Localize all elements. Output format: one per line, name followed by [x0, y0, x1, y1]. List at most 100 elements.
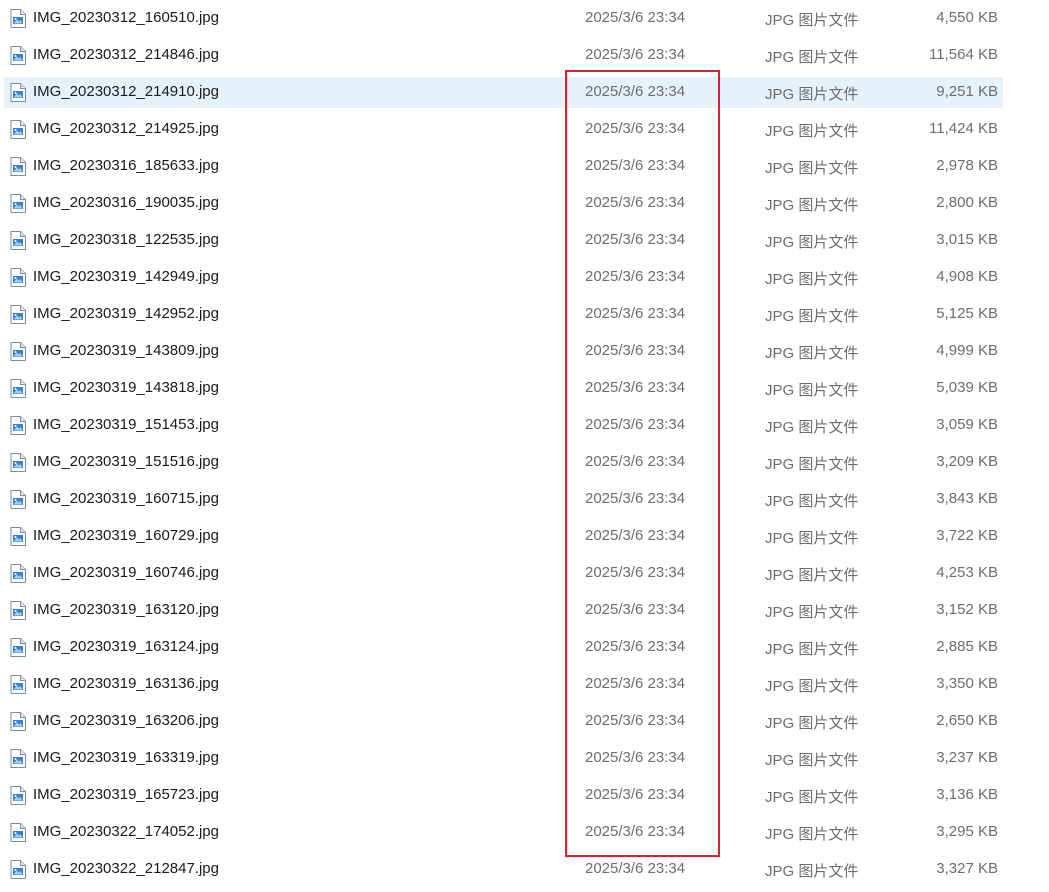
file-type: JPG 图片文件	[765, 567, 859, 584]
file-name: IMG_20230319_142949.jpg	[33, 268, 219, 285]
file-size: 9,251 KB	[936, 83, 998, 100]
file-name: IMG_20230316_190035.jpg	[33, 194, 219, 211]
file-modified-date: 2025/3/6 23:34	[585, 564, 686, 581]
image-file-icon	[10, 786, 26, 805]
file-size: 4,908 KB	[936, 268, 998, 285]
file-modified-date: 2025/3/6 23:34	[585, 416, 686, 433]
file-modified-date: 2025/3/6 23:34	[585, 490, 686, 507]
file-size: 2,650 KB	[936, 712, 998, 729]
image-file-icon	[10, 453, 26, 472]
file-modified-date: 2025/3/6 23:34	[585, 157, 686, 174]
file-type: JPG 图片文件	[765, 160, 859, 177]
file-modified-date: 2025/3/6 23:34	[585, 786, 686, 803]
file-row[interactable]: IMG_20230319_160746.jpg 2025/3/6 23:34 JPG…	[4, 558, 1003, 589]
file-modified-date: 2025/3/6 23:34	[585, 305, 686, 322]
file-size: 2,800 KB	[936, 194, 998, 211]
image-file-icon	[10, 601, 26, 620]
file-row[interactable]: IMG_20230322_174052.jpg 2025/3/6 23:34 JPG…	[4, 817, 1003, 848]
file-name: IMG_20230319_163319.jpg	[33, 749, 219, 766]
file-size: 4,550 KB	[936, 9, 998, 26]
image-file-icon	[10, 712, 26, 731]
file-type: JPG 图片文件	[765, 752, 859, 769]
file-name: IMG_20230319_151516.jpg	[33, 453, 219, 470]
file-row[interactable]: IMG_20230319_142949.jpg 2025/3/6 23:34 JPG…	[4, 262, 1003, 293]
file-row[interactable]: IMG_20230319_163124.jpg 2025/3/6 23:34 JPG…	[4, 632, 1003, 663]
file-name: IMG_20230319_160715.jpg	[33, 490, 219, 507]
file-row[interactable]: IMG_20230319_143818.jpg 2025/3/6 23:34 JPG…	[4, 373, 1003, 404]
file-name: IMG_20230319_143818.jpg	[33, 379, 219, 396]
file-row[interactable]: IMG_20230319_163206.jpg 2025/3/6 23:34 JPG…	[4, 706, 1003, 737]
file-type: JPG 图片文件	[765, 641, 859, 658]
file-size: 2,978 KB	[936, 157, 998, 174]
image-file-icon	[10, 268, 26, 287]
file-size: 5,125 KB	[936, 305, 998, 322]
file-size: 4,999 KB	[936, 342, 998, 359]
file-modified-date: 2025/3/6 23:34	[585, 120, 686, 137]
file-row[interactable]: IMG_20230316_185633.jpg 2025/3/6 23:34 JPG…	[4, 151, 1003, 182]
file-type: JPG 图片文件	[765, 419, 859, 436]
file-row[interactable]: IMG_20230312_160510.jpg 2025/3/6 23:34 JPG…	[4, 3, 1003, 34]
file-name: IMG_20230322_212847.jpg	[33, 860, 219, 877]
file-type: JPG 图片文件	[765, 86, 859, 103]
image-file-icon	[10, 675, 26, 694]
file-name: IMG_20230319_143809.jpg	[33, 342, 219, 359]
file-size: 3,209 KB	[936, 453, 998, 470]
file-row[interactable]: IMG_20230319_151516.jpg 2025/3/6 23:34 JPG…	[4, 447, 1003, 478]
file-type: JPG 图片文件	[765, 197, 859, 214]
file-row[interactable]: IMG_20230322_212847.jpg 2025/3/6 23:34 JPG…	[4, 854, 1003, 885]
image-file-icon	[10, 342, 26, 361]
image-file-icon	[10, 860, 26, 879]
file-type: JPG 图片文件	[765, 271, 859, 288]
file-row[interactable]: IMG_20230318_122535.jpg 2025/3/6 23:34 JPG…	[4, 225, 1003, 256]
file-row[interactable]: IMG_20230319_163319.jpg 2025/3/6 23:34 JPG…	[4, 743, 1003, 774]
file-size: 11,564 KB	[929, 46, 998, 63]
file-row[interactable]: IMG_20230312_214910.jpg 2025/3/6 23:34 JPG…	[4, 77, 1003, 108]
image-file-icon	[10, 157, 26, 176]
file-type: JPG 图片文件	[765, 678, 859, 695]
file-type: JPG 图片文件	[765, 604, 859, 621]
image-file-icon	[10, 416, 26, 435]
file-type: JPG 图片文件	[765, 456, 859, 473]
file-name: IMG_20230319_160746.jpg	[33, 564, 219, 581]
file-size: 3,843 KB	[936, 490, 998, 507]
file-modified-date: 2025/3/6 23:34	[585, 231, 686, 248]
file-modified-date: 2025/3/6 23:34	[585, 860, 686, 877]
file-modified-date: 2025/3/6 23:34	[585, 194, 686, 211]
image-file-icon	[10, 379, 26, 398]
file-size: 2,885 KB	[936, 638, 998, 655]
file-name: IMG_20230319_160729.jpg	[33, 527, 219, 544]
file-modified-date: 2025/3/6 23:34	[585, 342, 686, 359]
image-file-icon	[10, 9, 26, 28]
file-size: 11,424 KB	[929, 120, 998, 137]
file-type: JPG 图片文件	[765, 789, 859, 806]
file-type: JPG 图片文件	[765, 12, 859, 29]
file-type: JPG 图片文件	[765, 826, 859, 843]
file-row[interactable]: IMG_20230316_190035.jpg 2025/3/6 23:34 JPG…	[4, 188, 1003, 219]
image-file-icon	[10, 564, 26, 583]
file-row[interactable]: IMG_20230312_214846.jpg 2025/3/6 23:34 JPG…	[4, 40, 1003, 71]
file-row[interactable]: IMG_20230319_165723.jpg 2025/3/6 23:34 JPG…	[4, 780, 1003, 811]
file-row[interactable]: IMG_20230319_160729.jpg 2025/3/6 23:34 JPG…	[4, 521, 1003, 552]
file-modified-date: 2025/3/6 23:34	[585, 83, 686, 100]
file-type: JPG 图片文件	[765, 382, 859, 399]
file-name: IMG_20230312_214910.jpg	[33, 83, 219, 100]
file-row[interactable]: IMG_20230312_214925.jpg 2025/3/6 23:34 JPG…	[4, 114, 1003, 145]
file-row[interactable]: IMG_20230319_163120.jpg 2025/3/6 23:34 JPG…	[4, 595, 1003, 626]
file-row[interactable]: IMG_20230319_143809.jpg 2025/3/6 23:34 JPG…	[4, 336, 1003, 367]
file-size: 3,295 KB	[936, 823, 998, 840]
file-row[interactable]: IMG_20230319_160715.jpg 2025/3/6 23:34 JPG…	[4, 484, 1003, 515]
image-file-icon	[10, 46, 26, 65]
file-row[interactable]: IMG_20230319_142952.jpg 2025/3/6 23:34 JPG…	[4, 299, 1003, 330]
image-file-icon	[10, 305, 26, 324]
file-name: IMG_20230312_214925.jpg	[33, 120, 219, 137]
file-name: IMG_20230319_163206.jpg	[33, 712, 219, 729]
file-row[interactable]: IMG_20230319_151453.jpg 2025/3/6 23:34 JPG…	[4, 410, 1003, 441]
file-modified-date: 2025/3/6 23:34	[585, 527, 686, 544]
file-row[interactable]: IMG_20230319_163136.jpg 2025/3/6 23:34 JPG…	[4, 669, 1003, 700]
file-modified-date: 2025/3/6 23:34	[585, 675, 686, 692]
image-file-icon	[10, 749, 26, 768]
file-size: 4,253 KB	[936, 564, 998, 581]
file-modified-date: 2025/3/6 23:34	[585, 601, 686, 618]
image-file-icon	[10, 120, 26, 139]
file-type: JPG 图片文件	[765, 530, 859, 547]
